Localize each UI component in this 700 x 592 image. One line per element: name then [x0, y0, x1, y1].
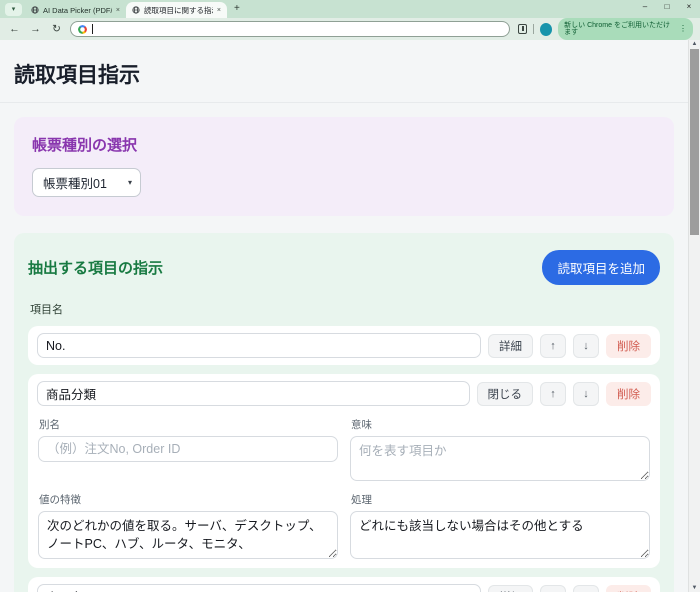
meaning-textarea[interactable] — [350, 436, 650, 481]
collapse-button[interactable]: 閉じる — [477, 382, 534, 406]
tab-close-icon[interactable]: × — [217, 7, 221, 14]
item-name-input[interactable] — [37, 381, 470, 406]
maximize-button[interactable]: □ — [656, 0, 678, 16]
form-type-heading: 帳票種別の選択 — [32, 134, 656, 155]
page-title: 読取項目指示 — [14, 40, 674, 102]
item-name-input[interactable] — [37, 333, 481, 358]
processing-label: 処理 — [351, 492, 649, 507]
form-type-select-value: 帳票種別01 — [43, 173, 107, 192]
tab-title: 読取項目に関する指示 — [144, 5, 213, 16]
items-section: 抽出する項目の指示 読取項目を追加 項目名 詳細 ↑ ↓ 削除 閉じる — [14, 233, 674, 592]
new-tab-button[interactable]: + — [234, 1, 240, 17]
alias-input[interactable] — [38, 436, 338, 462]
move-down-button[interactable]: ↓ — [573, 585, 599, 592]
extensions-icon[interactable] — [518, 24, 527, 34]
delete-button[interactable]: 削除 — [606, 585, 651, 592]
forward-icon[interactable]: → — [28, 23, 43, 35]
item-detail-panel: 別名 意味 値の特徴 次のどれかの値を取る。サーバ、デスクトップ、ノートPC、ハ… — [37, 415, 651, 561]
scroll-up-icon[interactable]: ▲ — [689, 41, 700, 47]
back-icon[interactable]: ← — [7, 23, 22, 35]
minimize-button[interactable]: – — [634, 0, 656, 16]
item-row: 詳細 ↑ ↓ 削除 — [28, 326, 660, 365]
meaning-label: 意味 — [351, 417, 649, 432]
globe-icon — [132, 6, 140, 14]
tab-strip: ▾ AI Data Picker (PDF/画像プレビ × 読取項目に関する指示… — [0, 0, 700, 18]
value-features-label: 値の特徴 — [39, 492, 337, 507]
profile-avatar[interactable] — [540, 23, 552, 36]
add-item-button[interactable]: 読取項目を追加 — [542, 250, 660, 285]
menu-dots-icon[interactable]: ⋮ — [679, 25, 687, 33]
move-up-button[interactable]: ↑ — [540, 334, 566, 358]
alias-label: 別名 — [39, 417, 337, 432]
item-name-input[interactable] — [37, 584, 481, 592]
form-type-select[interactable]: 帳票種別01 ▾ — [32, 168, 141, 197]
google-logo-icon — [78, 25, 87, 34]
scrollbar-thumb[interactable] — [690, 49, 699, 235]
page-content: 読取項目指示 帳票種別の選択 帳票種別01 ▾ 抽出する項目の指示 読取項目を追… — [0, 40, 688, 592]
items-section-heading: 抽出する項目の指示 — [28, 257, 163, 278]
form-type-section: 帳票種別の選択 帳票種別01 ▾ — [14, 117, 674, 216]
tab-close-icon[interactable]: × — [116, 7, 120, 14]
move-down-button[interactable]: ↓ — [573, 334, 599, 358]
chrome-update-label: 新しい Chrome をご利用いただけます — [564, 22, 674, 36]
address-bar[interactable] — [70, 21, 510, 37]
processing-textarea[interactable]: どれにも該当しない場合はその他とする — [350, 511, 650, 559]
close-window-button[interactable]: × — [678, 0, 700, 16]
item-row: 詳細 ↑ ↓ 削除 — [28, 577, 660, 592]
tab-reading-items[interactable]: 読取項目に関する指示 × — [126, 2, 227, 18]
details-button[interactable]: 詳細 — [488, 585, 533, 592]
globe-icon — [31, 6, 39, 14]
delete-button[interactable]: 削除 — [606, 382, 651, 406]
text-cursor — [92, 24, 93, 34]
item-row-expanded: 閉じる ↑ ↓ 削除 別名 意味 値の特徴 次 — [28, 374, 660, 568]
move-up-button[interactable]: ↑ — [540, 382, 566, 406]
browser-window: ▾ AI Data Picker (PDF/画像プレビ × 読取項目に関する指示… — [0, 0, 700, 592]
delete-button[interactable]: 削除 — [606, 334, 651, 358]
tab-title: AI Data Picker (PDF/画像プレビ — [43, 5, 112, 16]
browser-toolbar: ← → ↻ 新しい Chrome をご利用いただけます ⋮ — [0, 18, 700, 40]
chrome-update-button[interactable]: 新しい Chrome をご利用いただけます ⋮ — [558, 18, 693, 40]
tab-search-icon[interactable]: ▾ — [5, 3, 22, 16]
vertical-scrollbar[interactable]: ▲ ▼ — [688, 40, 700, 592]
chevron-down-icon: ▾ — [128, 178, 132, 187]
window-controls: – □ × — [634, 0, 700, 16]
toolbar-right: 新しい Chrome をご利用いただけます ⋮ — [518, 18, 693, 40]
scroll-down-icon[interactable]: ▼ — [689, 585, 700, 591]
reload-icon[interactable]: ↻ — [49, 23, 64, 35]
value-features-textarea[interactable]: 次のどれかの値を取る。サーバ、デスクトップ、ノートPC、ハブ、ルータ、モニタ、 — [38, 511, 338, 559]
details-button[interactable]: 詳細 — [488, 334, 533, 358]
move-up-button[interactable]: ↑ — [540, 585, 566, 592]
items-section-header: 抽出する項目の指示 読取項目を追加 — [28, 250, 660, 285]
move-down-button[interactable]: ↓ — [573, 382, 599, 406]
tab-ai-data-picker[interactable]: AI Data Picker (PDF/画像プレビ × — [25, 2, 126, 18]
item-name-label: 項目名 — [30, 301, 658, 317]
toolbar-divider — [533, 24, 534, 34]
title-divider — [0, 102, 688, 103]
